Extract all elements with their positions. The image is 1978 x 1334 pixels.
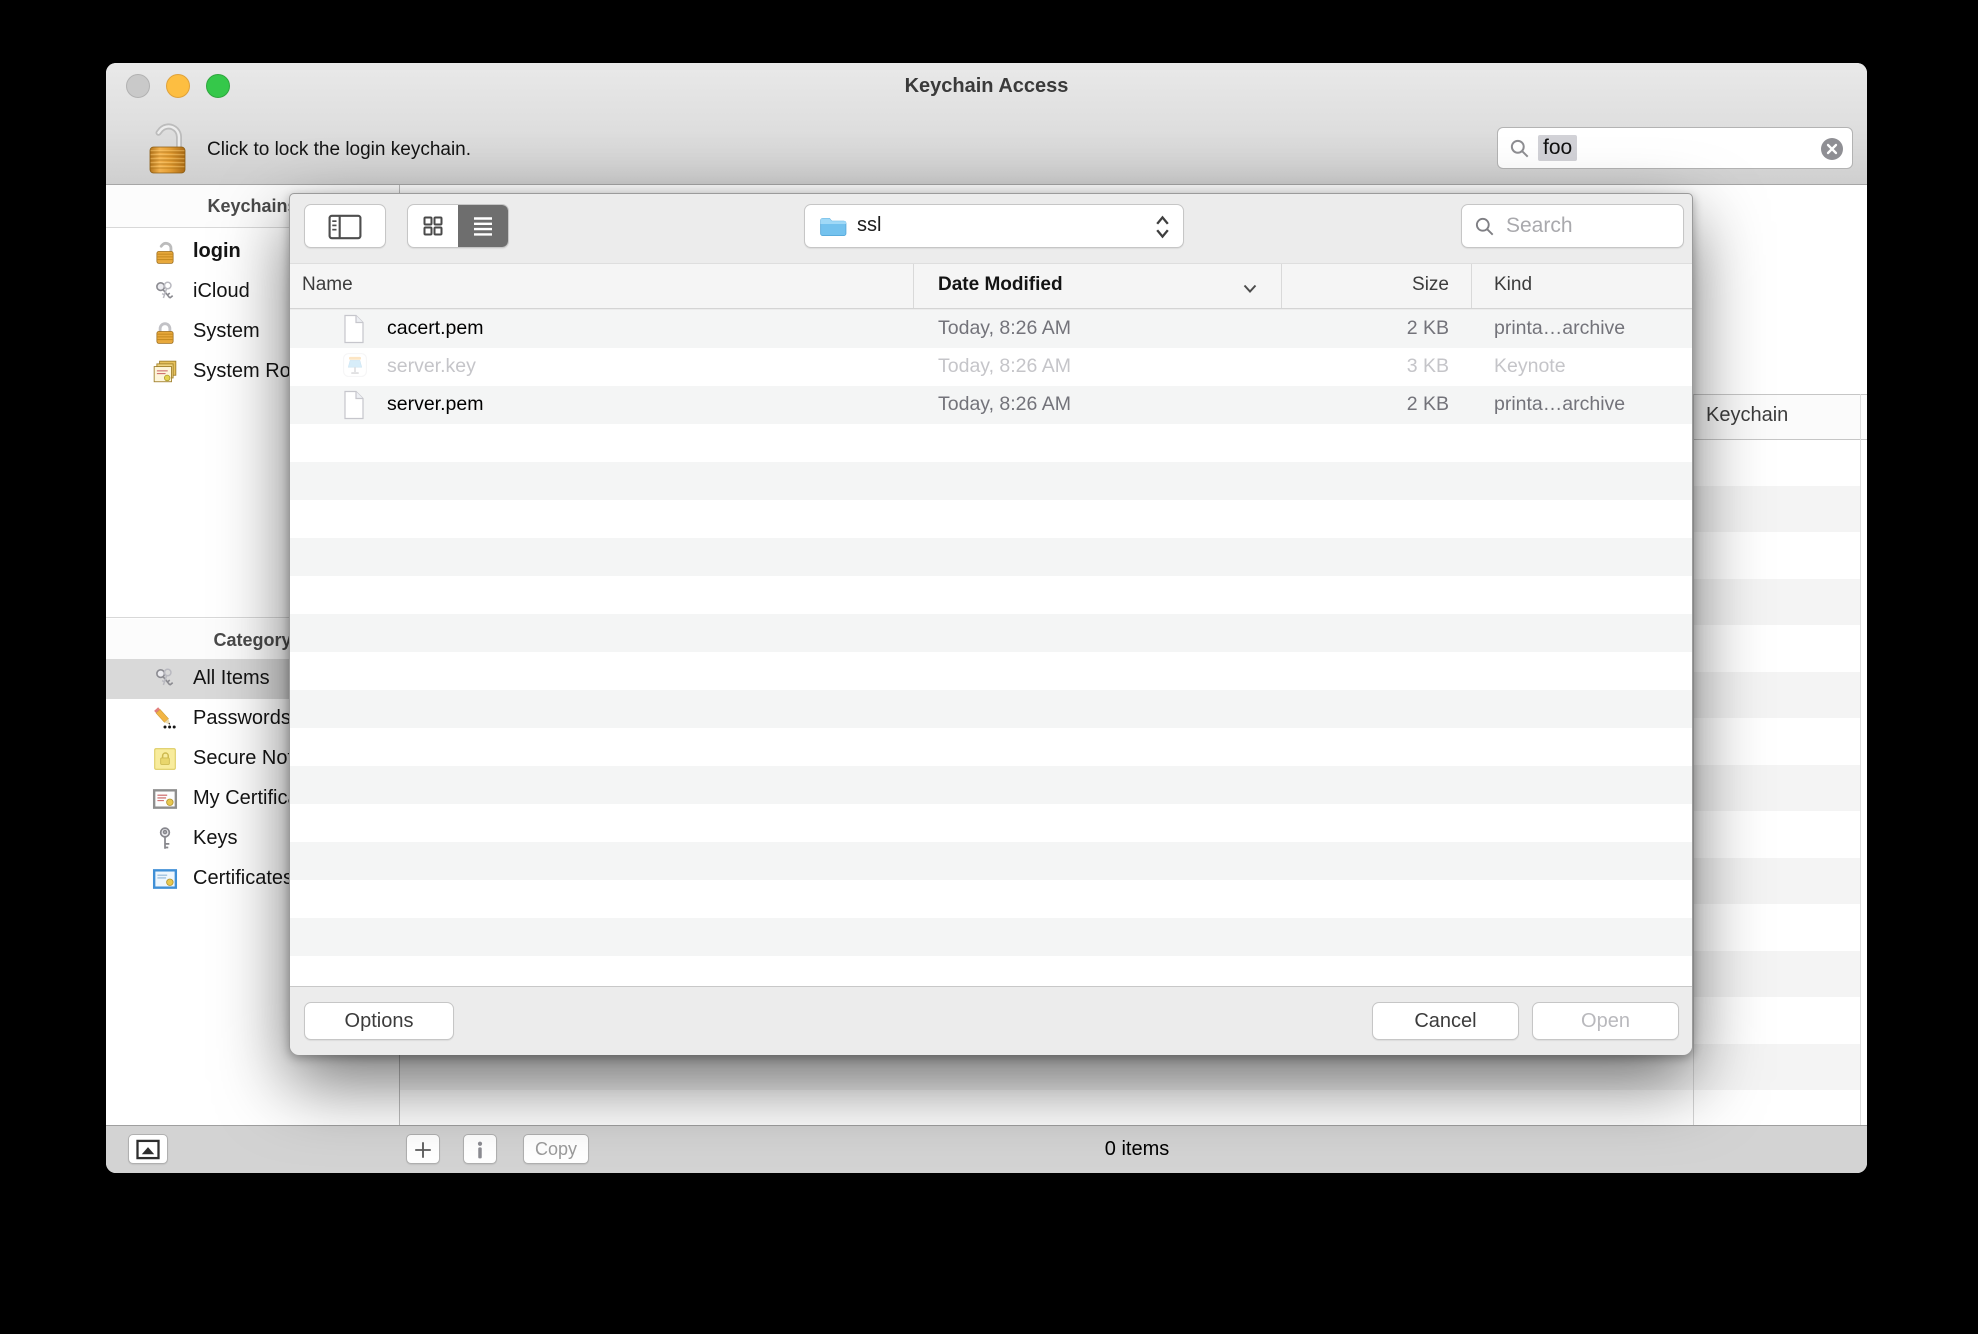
items-count: 0 items xyxy=(1006,1138,1268,1161)
lock-closed-icon xyxy=(152,319,178,345)
column-divider xyxy=(1281,264,1282,308)
file-size: 2 KB xyxy=(1310,393,1449,416)
screen: Keychain Access xyxy=(0,0,1978,1334)
plus-icon xyxy=(412,1139,434,1161)
options-button[interactable]: Options xyxy=(304,1002,454,1040)
dialog-search-placeholder: Search xyxy=(1506,214,1573,238)
toggle-preview-button[interactable] xyxy=(128,1134,168,1164)
file-row-cacert-pem[interactable]: cacert.pem Today, 8:26 AM 2 KB printa…archi… xyxy=(290,310,1692,348)
file-date-modified: Today, 8:26 AM xyxy=(938,393,1071,416)
column-header-date-modified[interactable]: Date Modified xyxy=(938,274,1063,296)
empty-list-row xyxy=(290,614,1692,652)
my-cert-icon xyxy=(152,786,178,812)
file-size: 3 KB xyxy=(1310,355,1449,378)
sidebar-item-label: iCloud xyxy=(193,280,250,303)
empty-list-row xyxy=(290,690,1692,728)
search-icon xyxy=(1509,138,1531,165)
file-date-modified: Today, 8:26 AM xyxy=(938,317,1071,340)
file-kind: Keynote xyxy=(1494,355,1566,378)
view-mode-segmented-control xyxy=(407,204,509,248)
secure-note-icon xyxy=(152,746,178,772)
current-folder-name: ssl xyxy=(857,214,881,237)
sidebar-item-label: System xyxy=(193,320,260,343)
column-divider xyxy=(1471,264,1472,308)
keys-icon xyxy=(152,666,178,692)
window-title: Keychain Access xyxy=(106,75,1867,98)
column-header-size[interactable]: Size xyxy=(1290,274,1449,296)
icon-view-button[interactable] xyxy=(408,205,458,247)
cert-blue-icon xyxy=(152,866,178,892)
empty-list-row xyxy=(290,842,1692,880)
empty-list-row xyxy=(290,918,1692,956)
key-icon xyxy=(152,826,178,852)
get-info-button[interactable] xyxy=(463,1134,497,1164)
column-header-kind[interactable]: Kind xyxy=(1494,274,1532,296)
document-icon xyxy=(342,314,368,344)
list-view-icon xyxy=(471,214,495,238)
lock-banner-message: Click to lock the login keychain. xyxy=(207,139,471,161)
column-divider xyxy=(1860,394,1861,1125)
sidebar-toggle-icon xyxy=(328,214,362,240)
add-item-button[interactable] xyxy=(406,1134,440,1164)
clear-search-icon[interactable] xyxy=(1820,137,1844,161)
folder-icon xyxy=(819,216,847,243)
cancel-button[interactable]: Cancel xyxy=(1372,1002,1519,1040)
keynote-icon xyxy=(342,352,368,382)
sidebar-item-label: All Items xyxy=(193,667,270,690)
keys-icon xyxy=(152,279,178,305)
empty-list-row xyxy=(290,462,1692,500)
file-kind: printa…archive xyxy=(1494,317,1625,340)
search-icon xyxy=(1474,216,1496,243)
sidebar-item-label: login xyxy=(193,240,241,263)
folder-popup-button[interactable]: ssl xyxy=(804,204,1184,248)
open-file-dialog: ssl Search Name Date Modified Size Kind … xyxy=(289,193,1693,1055)
sidebar-item-label: Certificates xyxy=(193,867,293,890)
file-size: 2 KB xyxy=(1310,317,1449,340)
document-icon xyxy=(342,390,368,420)
file-row-server-key[interactable]: server.key Today, 8:26 AM 3 KB Keynote xyxy=(290,348,1692,386)
info-icon xyxy=(469,1139,491,1161)
file-date-modified: Today, 8:26 AM xyxy=(938,355,1071,378)
lock-open-icon xyxy=(152,239,178,265)
gallery-icon xyxy=(135,1139,161,1160)
dialog-search-field[interactable]: Search xyxy=(1461,204,1684,248)
pencil-icon xyxy=(152,706,178,732)
column-divider xyxy=(913,264,914,308)
search-query-text: foo xyxy=(1538,135,1577,161)
empty-list-row xyxy=(290,538,1692,576)
status-bar: Copy 0 items xyxy=(106,1125,1867,1173)
window-toolbar: Keychain Access xyxy=(106,63,1867,185)
popup-stepper-icon xyxy=(1154,213,1171,246)
file-kind: printa…archive xyxy=(1494,393,1625,416)
column-divider xyxy=(1693,394,1694,1125)
sidebar-item-label: Passwords xyxy=(193,707,291,730)
grid-view-icon xyxy=(421,214,445,238)
file-list-column-headers: Name Date Modified Size Kind xyxy=(290,263,1692,309)
column-header-name[interactable]: Name xyxy=(302,274,353,296)
file-name: server.pem xyxy=(387,393,483,416)
file-name: cacert.pem xyxy=(387,317,483,340)
file-list: cacert.pem Today, 8:26 AM 2 KB printa…archi… xyxy=(290,310,1692,986)
cert-stack-icon xyxy=(152,359,178,385)
sidebar-toggle-button[interactable] xyxy=(304,204,386,248)
main-search-field[interactable]: foo xyxy=(1497,127,1853,169)
sort-chevron-down-icon xyxy=(1242,281,1258,299)
dialog-footer: Options Cancel Open xyxy=(290,986,1692,1055)
copy-button[interactable]: Copy xyxy=(523,1134,589,1164)
file-row-server-pem[interactable]: server.pem Today, 8:26 AM 2 KB printa…archi… xyxy=(290,386,1692,424)
empty-list-row xyxy=(290,766,1692,804)
file-name: server.key xyxy=(387,355,476,378)
list-view-button[interactable] xyxy=(458,205,508,247)
lock-keychain-icon[interactable] xyxy=(146,111,188,175)
open-button[interactable]: Open xyxy=(1532,1002,1679,1040)
sidebar-item-label: Keys xyxy=(193,827,237,850)
